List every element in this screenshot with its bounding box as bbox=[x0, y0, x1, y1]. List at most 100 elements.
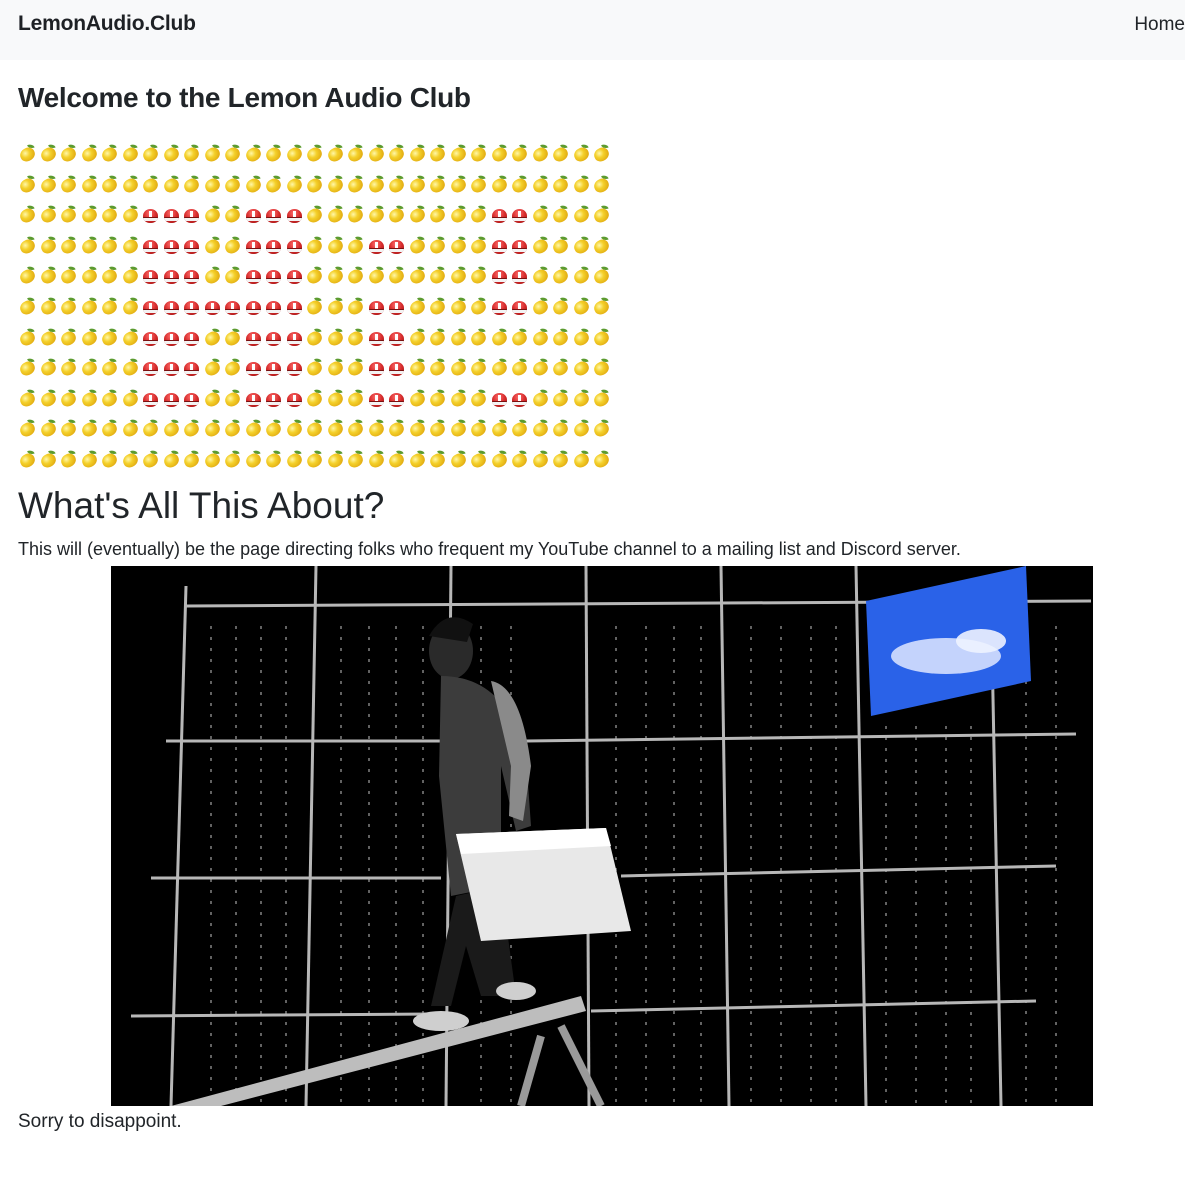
emoji-cell bbox=[264, 201, 285, 232]
rescue-helmet-icon bbox=[245, 362, 261, 377]
lemon-icon bbox=[591, 145, 612, 164]
emoji-cell bbox=[120, 415, 142, 446]
emoji-cell bbox=[202, 140, 224, 171]
emoji-cell bbox=[591, 140, 613, 171]
lemon-icon bbox=[99, 298, 120, 317]
emoji-cell bbox=[387, 324, 408, 355]
emoji-cell bbox=[120, 232, 142, 263]
emoji-cell bbox=[58, 201, 80, 232]
emoji-cell bbox=[530, 293, 552, 324]
emoji-cell bbox=[264, 293, 285, 324]
rescue-helmet-icon bbox=[491, 239, 507, 254]
emoji-cell bbox=[591, 324, 613, 355]
emoji-cell bbox=[141, 324, 162, 355]
emoji-cell bbox=[530, 324, 552, 355]
emoji-cell bbox=[244, 324, 265, 355]
emoji-cell bbox=[284, 415, 306, 446]
lemon-icon bbox=[304, 267, 325, 286]
lemon-icon bbox=[181, 145, 202, 164]
emoji-cell bbox=[223, 293, 244, 324]
emoji-cell bbox=[530, 262, 552, 293]
lemon-icon bbox=[427, 267, 448, 286]
emoji-cell bbox=[571, 354, 593, 385]
emoji-cell bbox=[120, 293, 142, 324]
rescue-helmet-icon bbox=[143, 239, 158, 254]
emoji-cell bbox=[58, 446, 80, 477]
video-player[interactable] bbox=[111, 566, 1093, 1106]
lemon-icon bbox=[468, 329, 489, 348]
rescue-helmet-icon bbox=[286, 239, 302, 254]
brand-link[interactable]: LemonAudio.Club bbox=[18, 12, 196, 36]
rescue-helmet-icon bbox=[245, 209, 261, 224]
lemon-icon bbox=[427, 145, 448, 164]
lemon-icon bbox=[79, 298, 99, 317]
emoji-cell bbox=[222, 446, 244, 477]
emoji-cell bbox=[571, 446, 593, 477]
emoji-cell bbox=[345, 293, 367, 324]
lemon-icon bbox=[243, 420, 263, 439]
emoji-cell bbox=[550, 262, 572, 293]
lemon-icon bbox=[407, 329, 427, 348]
lemon-icon bbox=[345, 298, 366, 317]
emoji-cell bbox=[244, 262, 265, 293]
rescue-helmet-icon bbox=[491, 300, 507, 315]
emoji-cell bbox=[285, 385, 306, 416]
emoji-cell bbox=[182, 262, 203, 293]
emoji-cell bbox=[571, 324, 593, 355]
emoji-cell bbox=[489, 140, 511, 171]
emoji-cell bbox=[509, 171, 531, 202]
lemon-icon bbox=[407, 237, 427, 256]
emoji-cell bbox=[140, 140, 162, 171]
lemon-icon bbox=[427, 237, 448, 256]
rescue-helmet-icon bbox=[184, 270, 199, 285]
lemon-icon bbox=[366, 145, 386, 164]
emoji-cell bbox=[427, 232, 449, 263]
lemon-icon bbox=[468, 176, 489, 195]
emoji-cell bbox=[550, 140, 572, 171]
emoji-cell bbox=[140, 415, 162, 446]
lemon-icon bbox=[140, 145, 161, 164]
emoji-cell bbox=[264, 385, 285, 416]
nav-home-link[interactable]: Home bbox=[1134, 14, 1185, 36]
rescue-helmet-icon bbox=[204, 300, 220, 315]
emoji-cell bbox=[448, 232, 470, 263]
lemon-icon bbox=[386, 145, 407, 164]
rescue-helmet-icon bbox=[163, 300, 179, 315]
lemon-icon bbox=[181, 420, 202, 439]
lemon-icon bbox=[407, 359, 427, 378]
lemon-icon bbox=[407, 420, 427, 439]
emoji-cell bbox=[38, 171, 60, 202]
lemon-icon bbox=[386, 267, 407, 286]
lemon-icon bbox=[550, 390, 571, 409]
emoji-cell bbox=[386, 446, 408, 477]
emoji-cell bbox=[530, 171, 552, 202]
lemon-icon bbox=[468, 298, 489, 317]
emoji-cell bbox=[510, 201, 531, 232]
rescue-helmet-icon bbox=[368, 362, 384, 377]
lemon-icon bbox=[140, 451, 161, 470]
lemon-icon bbox=[222, 206, 243, 225]
lemon-icon bbox=[550, 298, 571, 317]
lemon-icon bbox=[99, 145, 120, 164]
lemon-icon bbox=[38, 206, 58, 225]
emoji-cell bbox=[489, 354, 511, 385]
lemon-icon bbox=[17, 451, 38, 470]
emoji-cell bbox=[366, 415, 388, 446]
emoji-cell bbox=[407, 293, 429, 324]
rescue-helmet-icon bbox=[389, 300, 404, 315]
emoji-cell bbox=[244, 232, 265, 263]
rescue-helmet-icon bbox=[286, 300, 302, 315]
rescue-helmet-icon bbox=[245, 270, 261, 285]
rescue-helmet-icon bbox=[184, 392, 199, 407]
rescue-helmet-icon bbox=[163, 331, 179, 346]
emoji-cell bbox=[162, 324, 183, 355]
emoji-cell bbox=[345, 324, 367, 355]
lemon-icon bbox=[202, 267, 222, 286]
lemon-icon bbox=[120, 176, 140, 195]
lemon-icon bbox=[366, 206, 386, 225]
lemon-icon bbox=[99, 206, 120, 225]
emoji-cell bbox=[530, 415, 552, 446]
emoji-cell bbox=[345, 201, 367, 232]
lemon-icon bbox=[17, 237, 38, 256]
emoji-cell bbox=[222, 201, 244, 232]
